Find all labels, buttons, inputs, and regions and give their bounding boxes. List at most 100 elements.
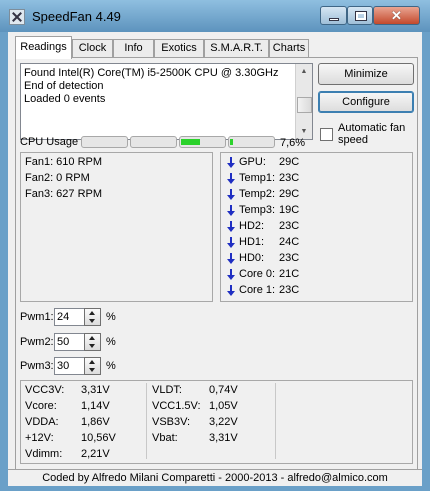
temp-value: 23C <box>279 220 300 232</box>
arrow-down-icon <box>227 269 235 281</box>
cpu-core-fill <box>181 139 200 145</box>
pwm2-unit: % <box>106 336 116 348</box>
temperatures-panel: GPU: 29C Temp1: 23C Temp2: 29C Temp3: 19C HD… <box>220 152 413 302</box>
cpu-core-fill <box>230 139 233 145</box>
tab-clock[interactable]: Clock <box>72 39 113 58</box>
arrow-down-icon <box>227 253 235 265</box>
cpu-core-bar <box>228 136 275 148</box>
arrow-down-icon <box>227 237 235 249</box>
temp-label: Temp3: <box>239 204 276 216</box>
cpu-usage-percent: 7,6% <box>280 137 306 149</box>
fan-reading: Fan1: 610 RPM <box>25 156 103 168</box>
app-icon[interactable] <box>9 9 25 25</box>
temp-value: 29C <box>279 156 300 168</box>
column-divider <box>275 383 276 459</box>
arrow-down-icon <box>227 205 235 217</box>
temp-value: 23C <box>279 172 300 184</box>
pwm3-input[interactable]: 30 <box>54 357 86 375</box>
pwm1-spinner[interactable] <box>84 308 101 326</box>
maximize-window-button[interactable] <box>347 6 373 25</box>
pwm1-unit: % <box>106 311 116 323</box>
temp-label: Core 0: <box>239 268 276 280</box>
temp-value: 21C <box>279 268 300 280</box>
scroll-thumb[interactable] <box>297 97 312 113</box>
minimize-window-button[interactable] <box>320 6 347 25</box>
arrow-down-icon <box>227 285 235 297</box>
log-line: End of detection <box>24 80 104 92</box>
voltage-value: 10,56V <box>81 432 116 444</box>
cpu-usage-label: CPU Usage <box>20 136 79 148</box>
voltage-label: Vbat: <box>152 432 178 444</box>
minimize-icon <box>329 18 339 21</box>
pwm3-label: Pwm3: <box>20 360 54 372</box>
temp-value: 24C <box>279 236 300 248</box>
voltage-label: Vdimm: <box>25 448 63 460</box>
cpu-core-bar <box>130 136 177 148</box>
voltages-panel: VCC3V: 3,31V Vcore: 1,14V VDDA: 1,86V +1… <box>20 380 413 464</box>
temp-label: Temp1: <box>239 172 276 184</box>
voltage-label: VCC3V: <box>25 384 65 396</box>
configure-button[interactable]: Configure <box>318 91 414 113</box>
arrow-down-icon <box>227 173 235 185</box>
minimize-button[interactable]: Minimize <box>318 63 414 85</box>
status-bar: Coded by Alfredo Milani Comparetti - 200… <box>8 469 422 486</box>
automatic-fan-speed-label: Automatic fan speed <box>338 122 406 146</box>
arrow-down-icon <box>227 221 235 233</box>
log-line: Loaded 0 events <box>24 93 106 105</box>
cpu-core-bar <box>81 136 128 148</box>
window-title: SpeedFan 4.49 <box>32 9 121 24</box>
voltage-value: 1,05V <box>209 400 238 412</box>
automatic-fan-speed-checkbox[interactable] <box>320 128 333 141</box>
voltage-value: 1,14V <box>81 400 110 412</box>
voltage-label: VDDA: <box>25 416 59 428</box>
temp-label: HD1: <box>239 236 265 248</box>
close-window-button[interactable]: ✕ <box>373 6 420 25</box>
voltage-value: 0,74V <box>209 384 238 396</box>
temp-value: 23C <box>279 284 300 296</box>
event-log[interactable]: Found Intel(R) Core(TM) i5-2500K CPU @ 3… <box>20 63 313 140</box>
maximize-icon <box>355 11 367 21</box>
arrow-down-icon <box>227 189 235 201</box>
pwm1-label: Pwm1: <box>20 311 54 323</box>
pwm1-input[interactable]: 24 <box>54 308 86 326</box>
title-bar[interactable]: SpeedFan 4.49 ✕ <box>0 0 430 32</box>
tab-readings[interactable]: Readings <box>15 36 72 59</box>
voltage-label: +12V: <box>25 432 54 444</box>
tab-smart[interactable]: S.M.A.R.T. <box>204 39 269 58</box>
tab-info[interactable]: Info <box>113 39 154 58</box>
tab-charts[interactable]: Charts <box>269 39 309 58</box>
pwm3-unit: % <box>106 360 116 372</box>
tab-exotics[interactable]: Exotics <box>154 39 204 58</box>
voltage-label: VSB3V: <box>152 416 191 428</box>
voltage-value: 2,21V <box>81 448 110 460</box>
fan-reading: Fan2: 0 RPM <box>25 172 90 184</box>
temp-label: HD2: <box>239 220 265 232</box>
fan-reading: Fan3: 627 RPM <box>25 188 103 200</box>
log-scrollbar[interactable]: ▲ ▼ <box>295 64 312 139</box>
temp-value: 23C <box>279 252 300 264</box>
voltage-label: Vcore: <box>25 400 57 412</box>
pwm2-spinner[interactable] <box>84 333 101 351</box>
voltage-label: VCC1.5V: <box>152 400 201 412</box>
pwm2-input[interactable]: 50 <box>54 333 86 351</box>
pwm2-label: Pwm2: <box>20 336 54 348</box>
temp-label: GPU: <box>239 156 266 168</box>
voltage-value: 3,31V <box>209 432 238 444</box>
column-divider <box>146 383 147 459</box>
arrow-down-icon <box>227 157 235 169</box>
scroll-up-icon[interactable]: ▲ <box>297 64 311 79</box>
temp-value: 19C <box>279 204 300 216</box>
speedfan-window: SpeedFan 4.49 ✕ Readings Clock Info Exot… <box>0 0 430 491</box>
temp-label: Temp2: <box>239 188 276 200</box>
client-area: Readings Clock Info Exotics S.M.A.R.T. C… <box>8 32 422 483</box>
close-icon: ✕ <box>391 8 402 23</box>
voltage-value: 3,22V <box>209 416 238 428</box>
temp-label: Core 1: <box>239 284 276 296</box>
log-line: Found Intel(R) Core(TM) i5-2500K CPU @ 3… <box>24 67 279 79</box>
temp-value: 29C <box>279 188 300 200</box>
pwm3-spinner[interactable] <box>84 357 101 375</box>
voltage-label: VLDT: <box>152 384 182 396</box>
temp-label: HD0: <box>239 252 265 264</box>
fans-panel: Fan1: 610 RPM Fan2: 0 RPM Fan3: 627 RPM <box>20 152 213 302</box>
voltage-value: 3,31V <box>81 384 110 396</box>
